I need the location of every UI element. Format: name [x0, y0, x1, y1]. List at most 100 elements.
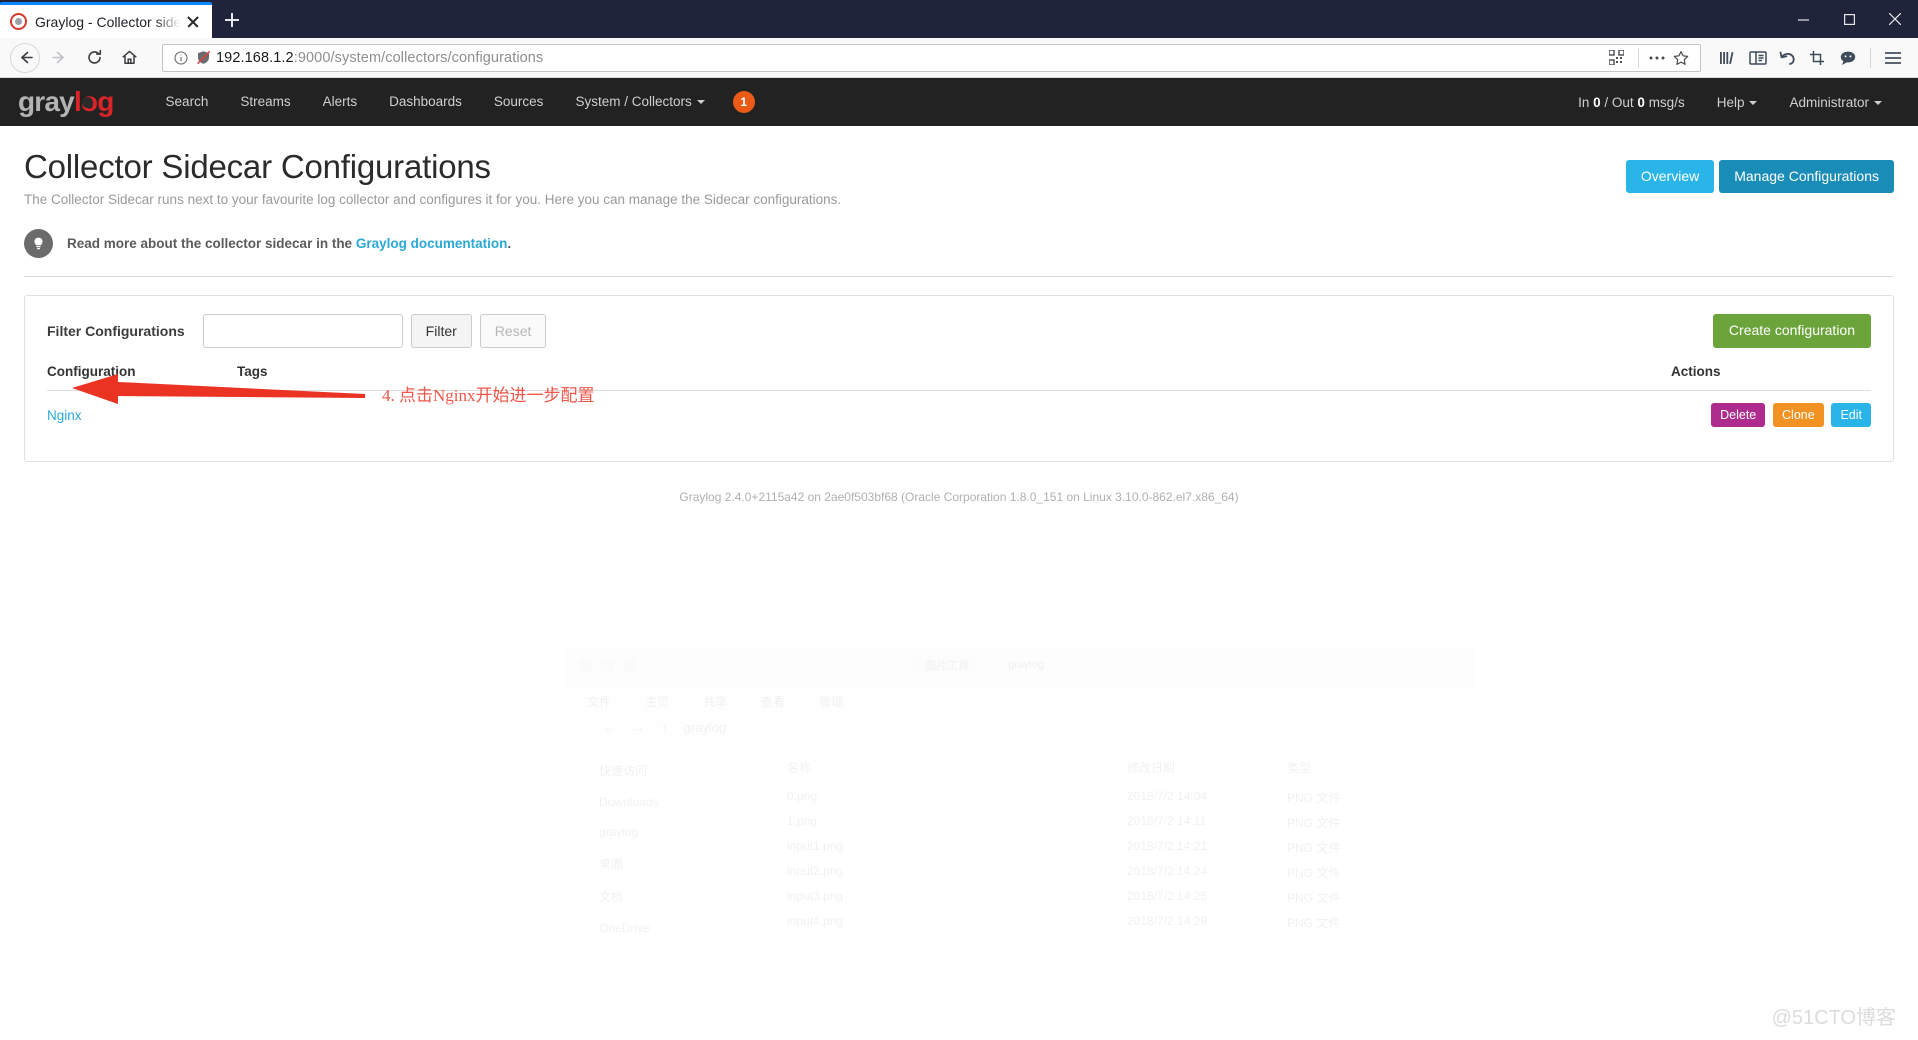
page-description: The Collector Sidecar runs next to your …: [24, 192, 842, 207]
table-header-row: Configuration Tags Actions: [47, 364, 1871, 391]
overview-button[interactable]: Overview: [1625, 160, 1715, 194]
page-header-region: Collector Sidecar Configurations The Col…: [0, 126, 1918, 277]
close-icon[interactable]: [182, 11, 204, 33]
ghost-ribbon-item: 主页: [645, 695, 670, 709]
ghost-sidebar-item: OneDrive: [599, 921, 650, 935]
ghost-file-type: PNG 文件: [1287, 791, 1341, 805]
filter-label: Filter Configurations: [47, 323, 185, 339]
back-arrow-icon[interactable]: [10, 42, 40, 73]
ghost-file-date: 2018/7/2 14:11: [1127, 814, 1207, 828]
app-footer: Graylog 2.4.0+2115a42 on 2ae0f503bf68 (O…: [679, 490, 1239, 504]
ghost-file-date: 2018/7/2 14:24: [1127, 864, 1208, 878]
forward-arrow-icon: [43, 42, 75, 74]
browser-window: Graylog - Collector sidecar c: [0, 0, 1918, 1040]
filter-row: Filter Configurations Filter Reset Creat…: [47, 314, 1871, 348]
home-icon[interactable]: [113, 42, 145, 74]
info-circle-icon[interactable]: [172, 49, 190, 67]
create-configuration-button[interactable]: Create configuration: [1712, 314, 1871, 348]
tab-title: Graylog - Collector sidecar c: [35, 13, 182, 30]
browser-toolbar: 192.168.1.2:9000/system/collectors/confi…: [0, 38, 1918, 78]
reset-button[interactable]: Reset: [479, 314, 547, 348]
nav-item-help[interactable]: Help: [1701, 95, 1774, 110]
ghost-file-name: input1.png: [787, 839, 844, 853]
configurations-panel: Filter Configurations Filter Reset Creat…: [24, 295, 1894, 462]
nav-item-dashboards[interactable]: Dashboards: [373, 78, 478, 126]
ghost-ribbon-item: 查看: [761, 695, 786, 709]
new-tab-button[interactable]: [212, 2, 252, 38]
url-host: 192.168.1.2: [216, 49, 294, 66]
filter-input[interactable]: [202, 314, 403, 348]
ghost-file-date: 2018/7/2 14:25: [1127, 889, 1208, 903]
close-window-icon[interactable]: [1872, 0, 1918, 38]
browser-tab[interactable]: Graylog - Collector sidecar c: [0, 2, 212, 38]
nav-item-system-collectors[interactable]: System / Collectors: [559, 78, 720, 126]
logo-text-gray: gray: [18, 86, 75, 117]
page-actions-ellipsis-icon[interactable]: [1648, 49, 1666, 67]
shield-off-icon[interactable]: [194, 49, 212, 67]
delete-button[interactable]: Delete: [1711, 403, 1766, 427]
library-icon[interactable]: [1713, 43, 1743, 73]
nav-item-streams[interactable]: Streams: [224, 78, 306, 126]
nav-item-alerts[interactable]: Alerts: [307, 78, 374, 126]
main-menu: Search Streams Alerts Dashboards Sources…: [150, 78, 721, 126]
ghost-sidebar-item: 桌面: [599, 857, 624, 871]
screenshot-crop-icon[interactable]: [1803, 43, 1833, 73]
hamburger-menu-icon[interactable]: [1878, 43, 1908, 73]
ghost-ribbon-item: 管理: [819, 695, 844, 709]
undo-icon[interactable]: [1773, 43, 1803, 73]
ghost-file-type: PNG 文件: [1287, 916, 1341, 930]
maximize-icon[interactable]: [1826, 0, 1872, 38]
divider: [1870, 47, 1871, 68]
sidebar-icon[interactable]: [1743, 43, 1773, 73]
clone-button[interactable]: Clone: [1773, 403, 1824, 427]
url-text: 192.168.1.2:9000/system/collectors/confi…: [216, 50, 1607, 66]
tip-prefix: Read more about the collector sidecar in…: [67, 236, 356, 251]
nav-item-user-menu[interactable]: Administrator: [1773, 95, 1898, 110]
manage-configurations-button[interactable]: Manage Configurations: [1719, 160, 1894, 194]
ghost-column-header: 名称: [787, 761, 812, 775]
ghost-column-header: 类型: [1287, 761, 1312, 775]
ghost-file-type: PNG 文件: [1287, 816, 1341, 830]
nav-item-search[interactable]: Search: [150, 78, 225, 126]
star-icon[interactable]: [1672, 49, 1690, 67]
documentation-tip: Read more about the collector sidecar in…: [24, 229, 1894, 258]
configuration-link-nginx[interactable]: Nginx: [47, 408, 82, 423]
graylog-logo[interactable]: gray log: [18, 88, 114, 116]
address-bar[interactable]: 192.168.1.2:9000/system/collectors/confi…: [162, 43, 1701, 72]
reload-icon[interactable]: [78, 42, 110, 74]
ghost-file-date: 2018/7/2 14:04: [1127, 789, 1208, 803]
tab-strip: Graylog - Collector sidecar c: [0, 0, 1918, 38]
minimize-icon[interactable]: [1780, 0, 1826, 38]
ghost-sidebar-item: 快速访问: [599, 764, 648, 778]
ghost-file-name: input4.png: [787, 914, 844, 928]
graylog-documentation-link[interactable]: Graylog documentation: [356, 236, 508, 251]
nav-item-sources[interactable]: Sources: [478, 78, 560, 126]
ghost-file-name: input2.png: [787, 864, 844, 878]
tip-text: Read more about the collector sidecar in…: [67, 236, 511, 251]
configurations-table: Configuration Tags Actions Nginx Delete …: [47, 364, 1871, 427]
chevron-down-icon: [696, 100, 705, 105]
ghost-file-type: PNG 文件: [1287, 891, 1341, 905]
column-header-tags: Tags: [237, 364, 1671, 391]
qr-code-icon[interactable]: [1607, 49, 1625, 67]
logo-text-log: log: [73, 86, 114, 117]
column-header-configuration: Configuration: [47, 364, 237, 391]
filter-button[interactable]: Filter: [410, 314, 472, 348]
edit-button[interactable]: Edit: [1831, 403, 1871, 427]
watermark: @51CTO博客: [1771, 1007, 1896, 1029]
page-action-buttons: Overview Manage Configurations: [1625, 148, 1894, 194]
ghost-file-name: 1.png: [787, 814, 818, 828]
pocket-chat-icon[interactable]: [1833, 43, 1863, 73]
ghost-ribbon-item: 文件: [587, 695, 612, 709]
ghost-breadcrumb: graylog: [683, 719, 727, 735]
ghost-sidebar-item: graylog: [599, 825, 639, 839]
ghost-file-date: 2018/7/2 14:21: [1127, 839, 1208, 853]
throughput-indicator: In 0 / Out 0 msg/s: [1578, 94, 1685, 110]
ghost-sidebar-item: Downloads: [599, 795, 659, 809]
tip-suffix: .: [507, 236, 512, 251]
notification-badge[interactable]: 1: [732, 91, 755, 113]
cell-actions: Delete Clone Edit: [1671, 391, 1871, 427]
divider: [24, 276, 1894, 277]
nav-item-system-collectors-label: System / Collectors: [575, 94, 692, 109]
ghost-ribbon-item: 共享: [703, 695, 728, 709]
